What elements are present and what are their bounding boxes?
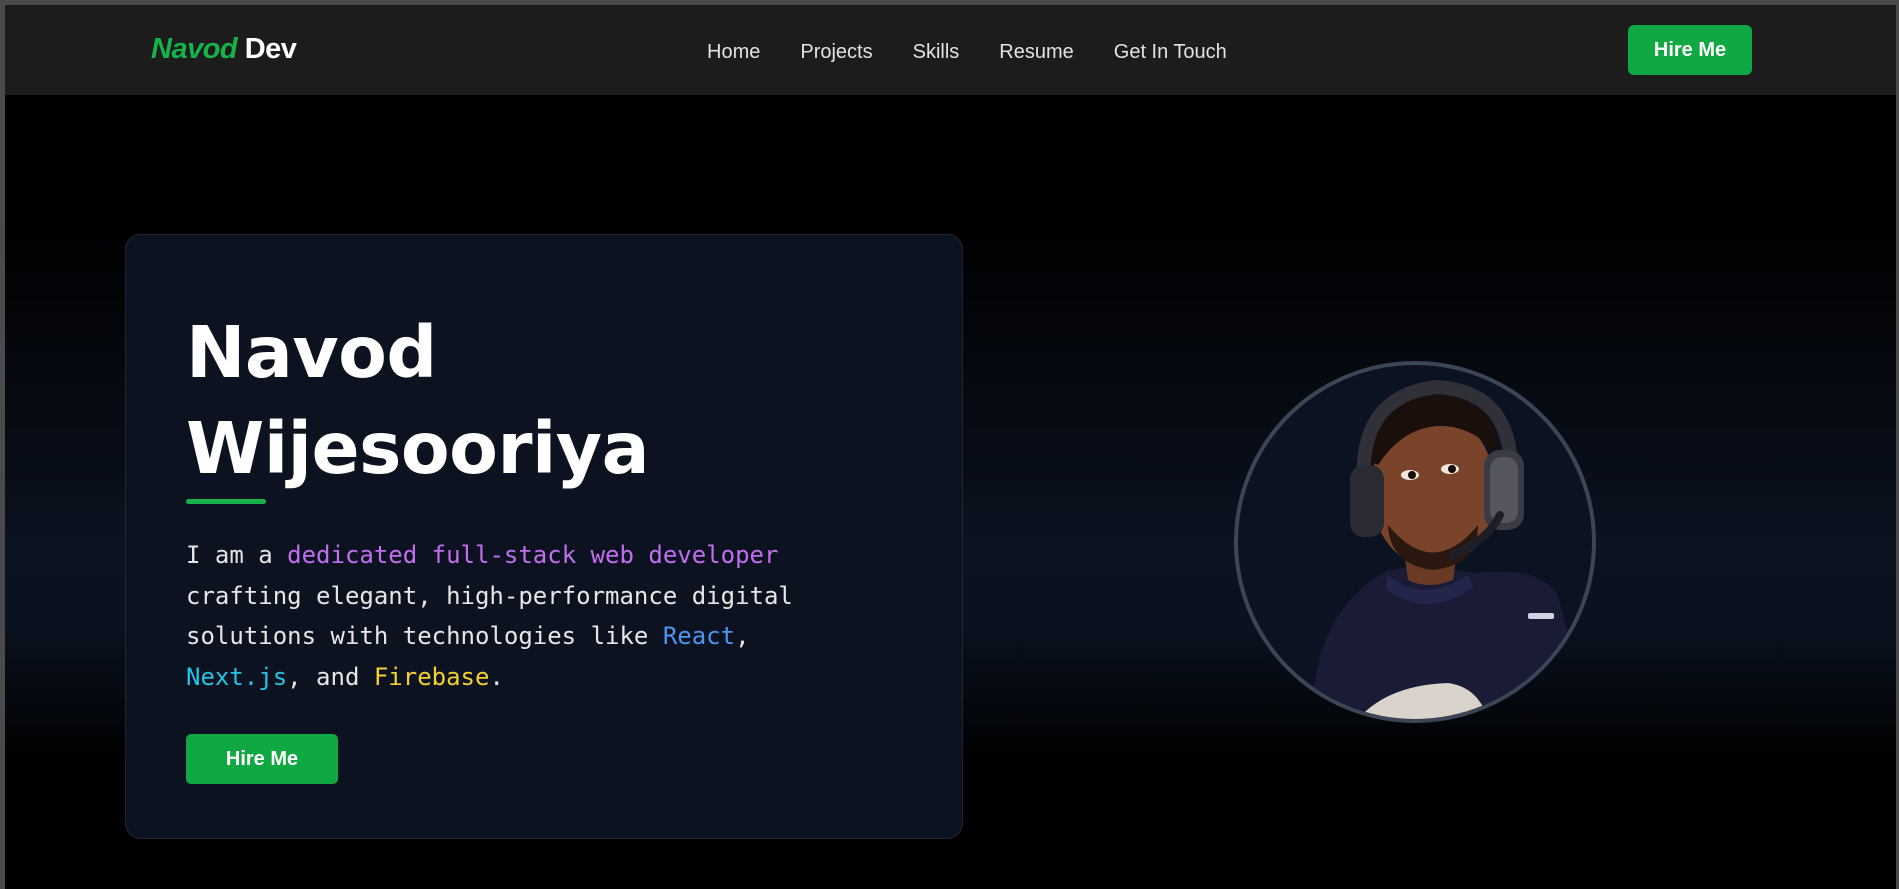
desc-intro: I am a xyxy=(186,541,288,569)
hero-name-last: Wijesooriya xyxy=(186,407,650,490)
desc-and: , and xyxy=(287,662,374,691)
desc-role-highlight: dedicated full-stack web developer xyxy=(287,541,779,569)
title-underline xyxy=(186,499,266,504)
desc-comma: , xyxy=(735,622,750,650)
site-logo[interactable]: Navod Dev xyxy=(151,33,297,65)
logo-second-word: Dev xyxy=(244,33,297,65)
hero-card: Navod Wijesooriya I am a dedicated full-… xyxy=(125,234,963,839)
nav-link-skills[interactable]: Skills xyxy=(913,42,960,62)
nav-link-projects[interactable]: Projects xyxy=(800,42,872,62)
navbar: Navod Dev Home Projects Skills Resume Ge… xyxy=(5,5,1896,95)
nav-links: Home Projects Skills Resume Get In Touch xyxy=(707,42,1227,62)
desc-tech-react: React xyxy=(662,622,736,650)
hire-me-nav-button[interactable]: Hire Me xyxy=(1628,25,1752,75)
hero-description: I am a dedicated full-stack web develope… xyxy=(186,535,906,697)
profile-photo xyxy=(1308,379,1578,719)
profile-avatar xyxy=(1234,361,1596,723)
desc-tech-nextjs: Next.js xyxy=(186,662,288,691)
nav-link-resume[interactable]: Resume xyxy=(999,42,1073,62)
logo-first-word: Navod xyxy=(151,33,238,65)
desc-tech-firebase: Firebase xyxy=(373,662,490,691)
nav-link-get-in-touch[interactable]: Get In Touch xyxy=(1114,42,1227,62)
hero-name-first: Navod xyxy=(186,311,437,394)
hero-name: Navod Wijesooriya xyxy=(186,305,826,497)
browser-viewport: Navod Dev Home Projects Skills Resume Ge… xyxy=(0,0,1899,889)
nav-link-home[interactable]: Home xyxy=(707,42,760,62)
hire-me-hero-button[interactable]: Hire Me xyxy=(186,734,338,784)
desc-period: . xyxy=(489,662,504,691)
